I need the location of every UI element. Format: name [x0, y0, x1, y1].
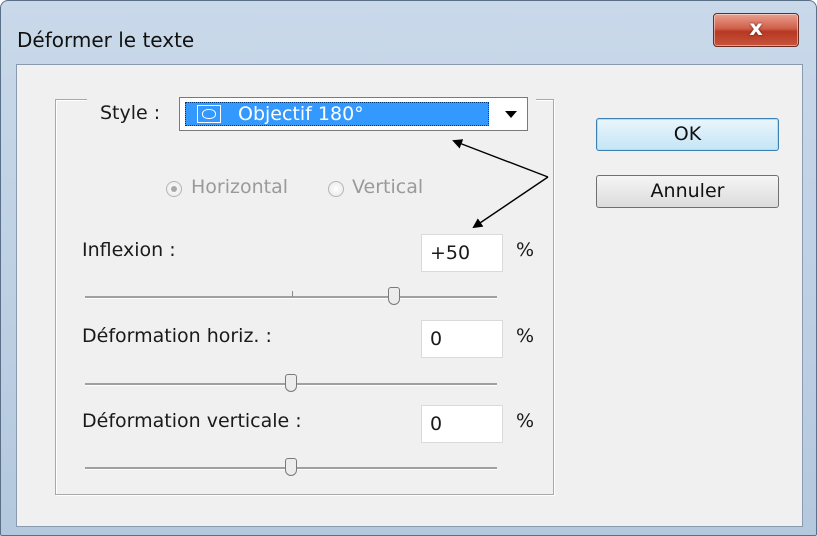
- vertical-distortion-label: Déformation verticale :: [82, 410, 302, 432]
- horizontal-distortion-slider-thumb[interactable]: [285, 374, 297, 392]
- radio-vertical-label: Vertical: [352, 176, 424, 198]
- inflexion-slider[interactable]: [85, 287, 497, 305]
- vertical-distortion-input[interactable]: 0: [421, 405, 503, 443]
- style-label: Style :: [100, 102, 161, 124]
- ok-button[interactable]: OK: [596, 118, 779, 151]
- inflexion-input[interactable]: +50: [421, 234, 503, 272]
- horizontal-distortion-input[interactable]: 0: [421, 320, 503, 358]
- close-button[interactable]: x: [713, 13, 799, 47]
- inflexion-slider-thumb[interactable]: [388, 287, 400, 305]
- cancel-button[interactable]: Annuler: [596, 175, 779, 208]
- inflexion-unit: %: [516, 239, 535, 261]
- inflexion-label: Inflexion :: [82, 239, 176, 261]
- vertical-distortion-slider[interactable]: [85, 458, 497, 476]
- radio-horizontal-label: Horizontal: [191, 176, 289, 198]
- horizontal-distortion-unit: %: [516, 325, 535, 347]
- horizontal-distortion-slider[interactable]: [85, 374, 497, 392]
- style-dropdown[interactable]: Objectif 180°: [179, 97, 528, 131]
- close-icon: x: [749, 16, 763, 40]
- radio-vertical[interactable]: [328, 181, 344, 197]
- style-selected-value: Objectif 180°: [238, 103, 364, 125]
- warp-lens-icon: [197, 105, 221, 123]
- vertical-distortion-unit: %: [516, 410, 535, 432]
- horizontal-distortion-label: Déformation horiz. :: [82, 325, 272, 347]
- chevron-down-icon[interactable]: [505, 111, 517, 118]
- radio-horizontal[interactable]: [166, 181, 182, 197]
- vertical-distortion-slider-thumb[interactable]: [285, 458, 297, 476]
- dialog-title: Déformer le texte: [17, 28, 195, 52]
